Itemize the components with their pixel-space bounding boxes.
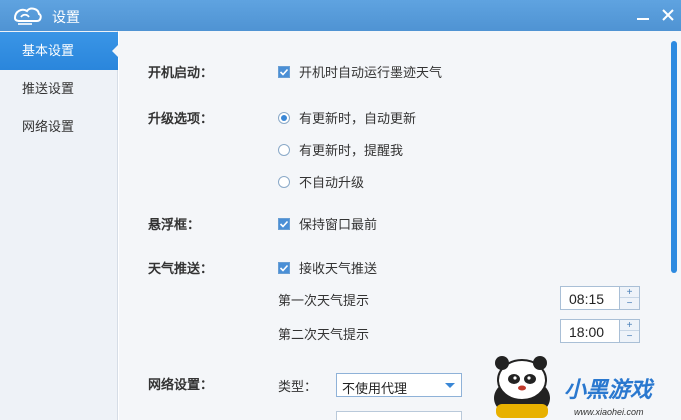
upgrade-radio-auto[interactable]: 有更新时，自动更新 [278, 108, 416, 127]
floating-label: 悬浮框： [148, 217, 201, 232]
proxy-address-input[interactable] [336, 411, 462, 420]
radio-selected-icon [278, 111, 290, 124]
minimize-button[interactable] [634, 6, 652, 24]
close-button[interactable] [659, 6, 677, 24]
second-reminder-time: 18:00 [569, 324, 605, 340]
push-label: 天气推送： [148, 261, 214, 276]
sidebar-item-basic[interactable]: 基本设置 [0, 32, 119, 70]
proxy-type-value: 不使用代理 [342, 381, 408, 396]
time-stepper: + − [619, 287, 639, 309]
upgrade-radio-remind[interactable]: 有更新时，提醒我 [278, 140, 403, 159]
increment-button[interactable]: + [620, 287, 639, 298]
radio-unselected-icon [278, 143, 290, 156]
upgrade-option-label: 有更新时，提醒我 [299, 143, 404, 158]
title-bar: 设置 [0, 0, 681, 31]
sidebar-item-label: 推送设置 [22, 81, 75, 96]
upgrade-radio-never[interactable]: 不自动升级 [278, 172, 364, 191]
upgrade-option-label: 有更新时，自动更新 [299, 111, 417, 126]
decrement-button[interactable]: − [620, 298, 639, 309]
floating-option-label: 保持窗口最前 [299, 217, 378, 232]
startup-checkbox[interactable]: 开机时自动运行墨迹天气 [278, 62, 442, 81]
chevron-down-icon [445, 383, 455, 388]
first-reminder-time-input[interactable]: 08:15 + − [560, 286, 640, 310]
scrollbar-thumb[interactable] [671, 41, 677, 273]
upgrade-option-label: 不自动升级 [299, 175, 365, 190]
decrement-button[interactable]: − [620, 331, 639, 342]
proxy-type-select[interactable]: 不使用代理 [336, 373, 462, 397]
upgrade-label: 升级选项： [148, 111, 214, 126]
checkbox-checked-icon [278, 261, 290, 274]
sidebar-item-label: 基本设置 [22, 43, 75, 58]
site-watermark: 小黑游戏 www.xiaohei.com [484, 346, 681, 420]
increment-button[interactable]: + [620, 320, 639, 331]
push-checkbox[interactable]: 接收天气推送 [278, 258, 377, 277]
first-reminder-time: 08:15 [569, 291, 605, 307]
push-option-label: 接收天气推送 [299, 261, 378, 276]
checkbox-checked-icon [278, 65, 290, 78]
proxy-type-label: 类型： [278, 379, 318, 394]
checkbox-checked-icon [278, 217, 290, 230]
first-reminder-label: 第一次天气提示 [278, 293, 370, 308]
second-reminder-time-input[interactable]: 18:00 + − [560, 319, 640, 343]
floating-checkbox[interactable]: 保持窗口最前 [278, 214, 377, 233]
network-label: 网络设置： [148, 377, 214, 392]
radio-unselected-icon [278, 175, 290, 188]
sidebar-item-push[interactable]: 推送设置 [0, 70, 118, 108]
time-stepper: + − [619, 320, 639, 342]
startup-label: 开机启动： [148, 65, 214, 80]
settings-sidebar: 基本设置 推送设置 网络设置 [0, 31, 119, 420]
watermark-brand: 小黑游戏 [564, 377, 653, 402]
window-title: 设置 [52, 9, 80, 25]
cloud-logo-icon [13, 7, 42, 25]
watermark-site: www.xiaohei.com [574, 407, 644, 417]
startup-option-label: 开机时自动运行墨迹天气 [299, 65, 443, 80]
sidebar-item-network[interactable]: 网络设置 [0, 108, 118, 146]
second-reminder-label: 第二次天气提示 [278, 327, 370, 342]
panda-mascot-icon [494, 356, 550, 418]
sidebar-item-label: 网络设置 [22, 119, 75, 134]
